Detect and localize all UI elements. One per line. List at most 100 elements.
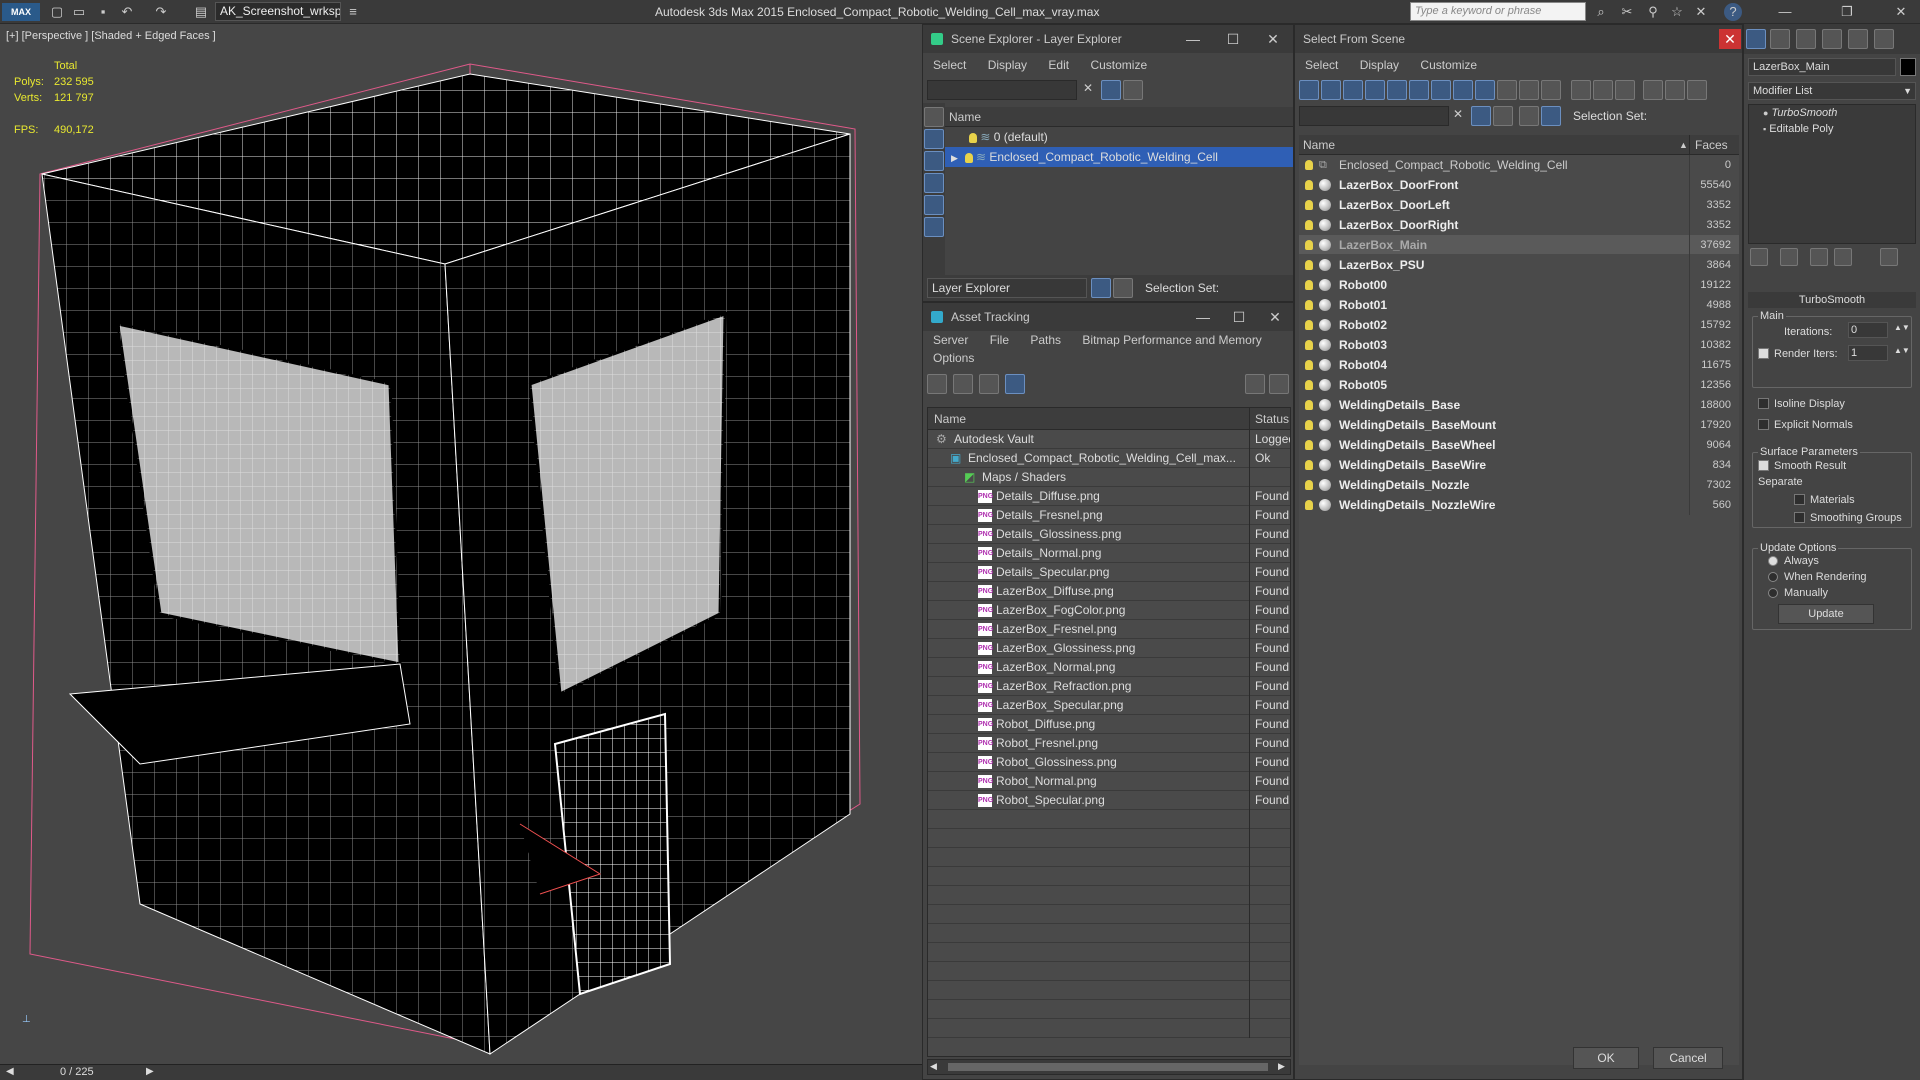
open-file-icon[interactable]: ▭ xyxy=(70,3,88,21)
menu-server[interactable]: Server xyxy=(933,333,968,347)
menu-customize[interactable]: Customize xyxy=(1420,58,1477,72)
asset-row[interactable]: PNG LazerBox_Normal.png Found xyxy=(928,658,1290,677)
menu-select[interactable]: Select xyxy=(1305,58,1338,72)
menu-bitmap-performance[interactable]: Bitmap Performance and Memory xyxy=(1082,333,1261,347)
menu-display[interactable]: Display xyxy=(1360,58,1399,72)
display-shapes-icon[interactable] xyxy=(924,129,944,149)
asset-row[interactable]: PNG LazerBox_Fresnel.png Found xyxy=(928,620,1290,639)
asset-row[interactable]: PNG Robot_Fresnel.png Found xyxy=(928,734,1290,753)
object-row[interactable]: Robot02 15792 xyxy=(1299,315,1739,335)
display-shapes-icon[interactable] xyxy=(1321,80,1341,100)
asset-row[interactable]: PNG LazerBox_Glossiness.png Found xyxy=(928,639,1290,658)
spinner-arrows-icon[interactable]: ▲▼ xyxy=(1894,323,1910,332)
save-file-icon[interactable]: ▪ xyxy=(94,3,112,21)
close-icon[interactable]: ✕ xyxy=(1719,29,1741,49)
motion-tab-icon[interactable] xyxy=(1822,29,1842,49)
object-row[interactable]: Robot03 10382 xyxy=(1299,335,1739,355)
layer-tool-icon[interactable] xyxy=(1493,106,1513,126)
filter-icon[interactable] xyxy=(1643,80,1663,100)
binoculars-icon[interactable]: ⌕ xyxy=(1592,3,1610,21)
display-xrefs-icon[interactable] xyxy=(1453,80,1473,100)
link-icon[interactable]: ⚲ xyxy=(1644,3,1662,21)
perspective-viewport[interactable]: [+] [Perspective ] [Shaded + Edged Faces… xyxy=(0,24,922,1064)
select-all-icon[interactable] xyxy=(1571,80,1591,100)
object-row[interactable]: WeldingDetails_BaseWheel 9064 xyxy=(1299,435,1739,455)
bulb-icon[interactable]: ● xyxy=(1763,108,1768,118)
display-containers-icon[interactable] xyxy=(1497,80,1517,100)
thumbnail-view-icon[interactable] xyxy=(979,374,999,394)
horizontal-scrollbar[interactable]: ◀ ▶ xyxy=(927,1059,1291,1075)
app-logo[interactable]: MAX xyxy=(2,3,40,21)
scroll-right-icon[interactable]: ▶ xyxy=(1278,1061,1285,1072)
close-icon[interactable]: ✕ xyxy=(1253,25,1293,53)
object-row[interactable]: LazerBox_DoorRight 3352 xyxy=(1299,215,1739,235)
light-bulb-icon[interactable] xyxy=(1305,280,1313,290)
light-bulb-icon[interactable] xyxy=(1305,360,1313,370)
stack-item-turbosmooth[interactable]: ● TurboSmooth xyxy=(1749,105,1915,121)
menu-options[interactable]: Options xyxy=(933,351,974,365)
asset-row[interactable]: PNG Robot_Diffuse.png Found xyxy=(928,715,1290,734)
light-bulb-icon[interactable] xyxy=(1305,380,1313,390)
make-unique-icon[interactable] xyxy=(1810,248,1828,266)
object-name-field[interactable]: LazerBox_Main xyxy=(1748,58,1896,76)
object-row[interactable]: WeldingDetails_BaseWire 834 xyxy=(1299,455,1739,475)
object-row[interactable]: Robot04 11675 xyxy=(1299,355,1739,375)
column-name[interactable]: Name xyxy=(945,107,1293,127)
display-bones-icon[interactable] xyxy=(1475,80,1495,100)
object-row[interactable]: LazerBox_DoorFront 55540 xyxy=(1299,175,1739,195)
utilities-tab-icon[interactable] xyxy=(1874,29,1894,49)
object-row[interactable]: Robot01 4988 xyxy=(1299,295,1739,315)
asset-row[interactable]: PNG Details_Specular.png Found xyxy=(928,563,1290,582)
display-helpers-icon[interactable] xyxy=(924,195,944,215)
modifier-list-dropdown[interactable]: Modifier List ▼ xyxy=(1748,82,1916,100)
find-input[interactable] xyxy=(1299,106,1449,126)
light-bulb-icon[interactable] xyxy=(964,152,973,163)
scroll-thumb[interactable] xyxy=(948,1063,1268,1071)
object-row[interactable]: WeldingDetails_NozzleWire 560 xyxy=(1299,495,1739,515)
asset-row[interactable]: PNG LazerBox_Specular.png Found xyxy=(928,696,1290,715)
filter-icon[interactable] xyxy=(1101,80,1121,100)
list-view-icon[interactable] xyxy=(953,374,973,394)
asset-row[interactable]: PNG Details_Diffuse.png Found xyxy=(928,487,1290,506)
light-bulb-icon[interactable] xyxy=(1305,180,1313,190)
object-color-swatch[interactable] xyxy=(1900,58,1916,76)
asset-row[interactable]: PNG LazerBox_Refraction.png Found xyxy=(928,677,1290,696)
filter-icon[interactable] xyxy=(1471,106,1491,126)
hierarchy-tab-icon[interactable] xyxy=(1796,29,1816,49)
close-search-icon[interactable]: ✕ xyxy=(1692,3,1710,21)
asset-row[interactable]: PNG LazerBox_Diffuse.png Found xyxy=(928,582,1290,601)
light-bulb-icon[interactable] xyxy=(1305,420,1313,430)
menu-customize[interactable]: Customize xyxy=(1090,58,1147,72)
update-button[interactable]: Update xyxy=(1778,604,1874,624)
object-row[interactable]: LazerBox_PSU 3864 xyxy=(1299,255,1739,275)
layer-row-selected[interactable]: ▶ ≋ Enclosed_Compact_Robotic_Welding_Cel… xyxy=(945,147,1293,167)
maximize-icon[interactable]: ☐ xyxy=(1219,303,1259,331)
render-iters-spinner[interactable]: 1 xyxy=(1848,345,1888,361)
help-icon[interactable] xyxy=(1245,374,1265,394)
clear-icon[interactable]: ✕ xyxy=(1083,81,1093,95)
minimize-icon[interactable]: — xyxy=(1173,25,1213,53)
clear-icon[interactable]: ✕ xyxy=(1453,107,1463,121)
light-bulb-icon[interactable] xyxy=(1305,440,1313,450)
smooth-result-checkbox[interactable] xyxy=(1758,460,1769,471)
layer-mode-icon[interactable] xyxy=(1091,278,1111,298)
refresh-icon[interactable] xyxy=(927,374,947,394)
menu-file[interactable]: File xyxy=(990,333,1009,347)
menu-display[interactable]: Display xyxy=(988,58,1027,72)
spinner-arrows-icon[interactable]: ▲▼ xyxy=(1894,346,1910,355)
display-cameras-icon[interactable] xyxy=(924,173,944,193)
menu-paths[interactable]: Paths xyxy=(1030,333,1061,347)
materials-checkbox[interactable] xyxy=(1794,494,1805,505)
asset-row[interactable]: PNG Details_Fresnel.png Found xyxy=(928,506,1290,525)
display-helpers-icon[interactable] xyxy=(1387,80,1407,100)
configure-sets-icon[interactable] xyxy=(1880,248,1898,266)
iterations-spinner[interactable]: 0 xyxy=(1848,322,1888,338)
manually-radio[interactable] xyxy=(1768,588,1778,598)
restore-icon[interactable]: ❐ xyxy=(1838,3,1856,21)
asset-row[interactable]: PNG Robot_Glossiness.png Found xyxy=(928,753,1290,772)
light-bulb-icon[interactable] xyxy=(1305,240,1313,250)
layer-mode-icon[interactable] xyxy=(1519,106,1539,126)
timeline-next-icon[interactable]: ▶ xyxy=(146,1066,154,1077)
light-bulb-icon[interactable] xyxy=(1305,160,1313,170)
modify-tab-icon[interactable] xyxy=(1770,29,1790,49)
